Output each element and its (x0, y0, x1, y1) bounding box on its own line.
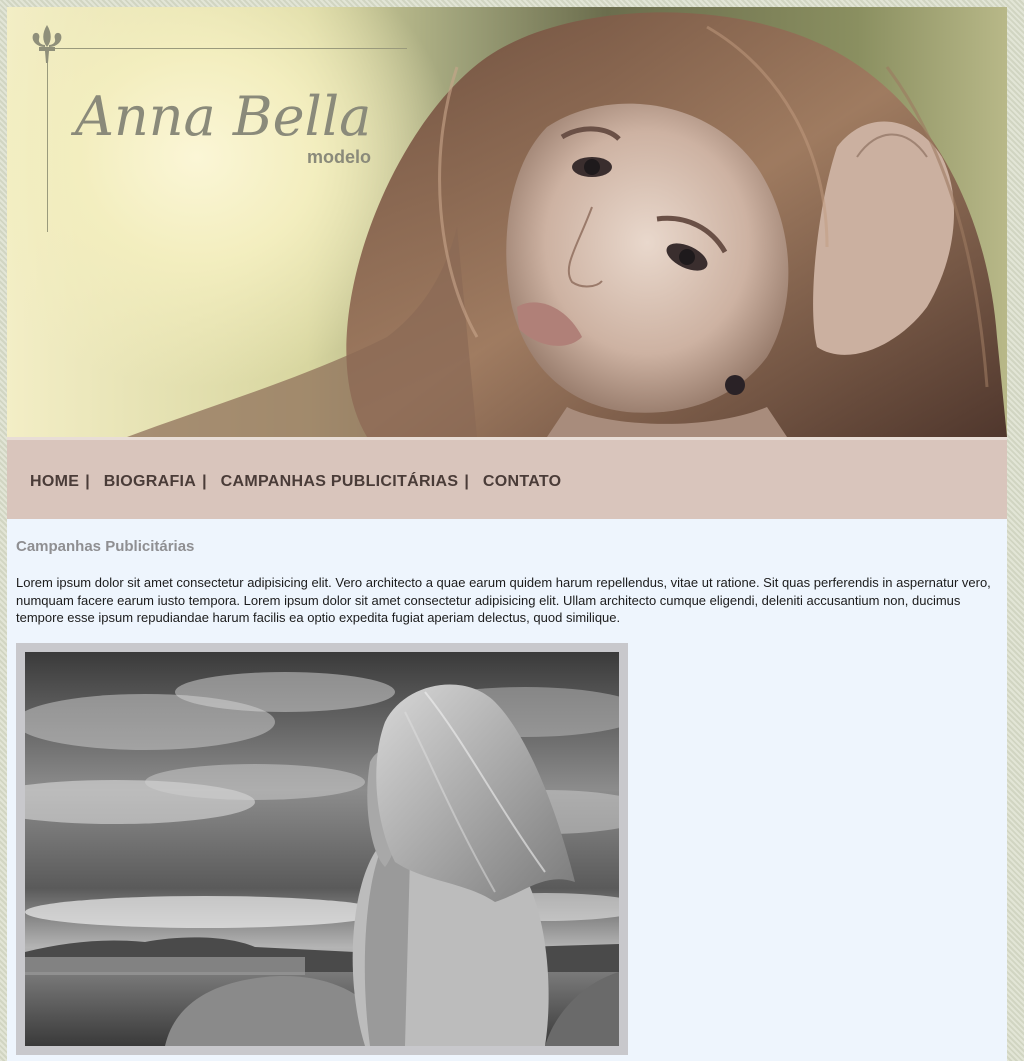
nav-separator: | (85, 473, 90, 490)
intro-paragraph: Lorem ipsum dolor sit amet consectetur a… (16, 575, 991, 625)
nav-link-contato[interactable]: CONTATO (483, 473, 562, 491)
logo-subtitle: modelo (307, 147, 372, 167)
logo-vertical-rule (47, 47, 48, 232)
campaign-photo-image (25, 652, 619, 1046)
logo-horizontal-rule (47, 48, 407, 49)
nav-link-home[interactable]: HOME (30, 473, 79, 491)
nav-link-campanhas[interactable]: CAMPANHAS PUBLICITÁRIAS (221, 473, 459, 491)
nav-separator: | (202, 473, 207, 490)
nav-item-biografia: BIOGRAFIA | (104, 473, 221, 491)
model-portrait-image (127, 12, 1007, 437)
logo-title: Anna Bella (75, 85, 372, 148)
nav-item-campanhas: CAMPANHAS PUBLICITÁRIAS | (221, 473, 483, 491)
main-navigation: HOME | BIOGRAFIA | CAMPANHAS PUBLICITÁRI… (7, 437, 1007, 519)
main-content: Campanhas Publicitárias Lorem ipsum dolo… (16, 537, 998, 627)
nav-item-home: HOME | (30, 473, 104, 491)
fleur-de-lis-icon (32, 25, 62, 63)
nav-separator: | (464, 473, 469, 490)
nav-link-biografia[interactable]: BIOGRAFIA (104, 473, 196, 491)
header-banner: Anna Bella modelo (7, 7, 1007, 437)
page-container: Anna Bella modelo HOME | BIOGRAFIA | CAM… (7, 7, 1007, 1061)
nav-item-contato: CONTATO (483, 473, 562, 491)
nav-list: HOME | BIOGRAFIA | CAMPANHAS PUBLICITÁRI… (30, 473, 561, 491)
page-heading: Campanhas Publicitárias (16, 538, 195, 555)
campaign-photo-frame (16, 643, 628, 1055)
